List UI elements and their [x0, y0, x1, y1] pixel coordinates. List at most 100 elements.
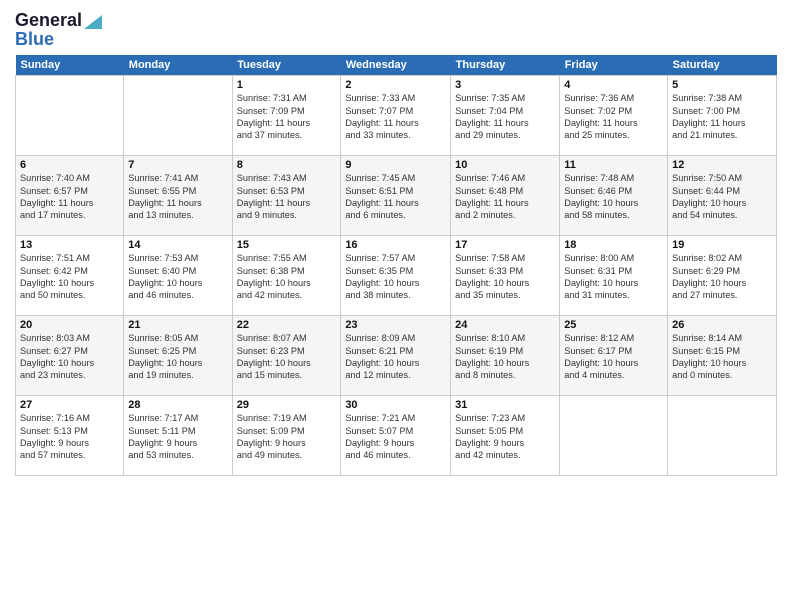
day-info: Sunrise: 7:16 AM Sunset: 5:13 PM Dayligh…: [20, 412, 119, 462]
calendar-cell: [668, 396, 777, 476]
calendar-cell: 4Sunrise: 7:36 AM Sunset: 7:02 PM Daylig…: [560, 76, 668, 156]
week-row-1: 1Sunrise: 7:31 AM Sunset: 7:09 PM Daylig…: [16, 76, 777, 156]
day-number: 4: [564, 79, 663, 91]
calendar-cell: 8Sunrise: 7:43 AM Sunset: 6:53 PM Daylig…: [232, 156, 341, 236]
weekday-header-sunday: Sunday: [16, 55, 124, 76]
day-number: 27: [20, 399, 119, 411]
logo: General Blue: [15, 10, 102, 47]
day-number: 19: [672, 239, 772, 251]
calendar-cell: 2Sunrise: 7:33 AM Sunset: 7:07 PM Daylig…: [341, 76, 451, 156]
logo-line1: General: [15, 10, 102, 31]
calendar-cell: 15Sunrise: 7:55 AM Sunset: 6:38 PM Dayli…: [232, 236, 341, 316]
day-number: 16: [345, 239, 446, 251]
calendar-cell: [560, 396, 668, 476]
logo-line2: Blue: [15, 31, 54, 47]
week-row-5: 27Sunrise: 7:16 AM Sunset: 5:13 PM Dayli…: [16, 396, 777, 476]
calendar-cell: 30Sunrise: 7:21 AM Sunset: 5:07 PM Dayli…: [341, 396, 451, 476]
day-info: Sunrise: 7:40 AM Sunset: 6:57 PM Dayligh…: [20, 172, 119, 222]
day-number: 9: [345, 159, 446, 171]
day-number: 14: [128, 239, 227, 251]
day-info: Sunrise: 8:02 AM Sunset: 6:29 PM Dayligh…: [672, 252, 772, 302]
day-info: Sunrise: 8:10 AM Sunset: 6:19 PM Dayligh…: [455, 332, 555, 382]
day-info: Sunrise: 7:53 AM Sunset: 6:40 PM Dayligh…: [128, 252, 227, 302]
calendar-cell: [16, 76, 124, 156]
calendar-cell: [124, 76, 232, 156]
calendar-cell: 14Sunrise: 7:53 AM Sunset: 6:40 PM Dayli…: [124, 236, 232, 316]
calendar-cell: 10Sunrise: 7:46 AM Sunset: 6:48 PM Dayli…: [451, 156, 560, 236]
day-number: 2: [345, 79, 446, 91]
calendar-cell: 6Sunrise: 7:40 AM Sunset: 6:57 PM Daylig…: [16, 156, 124, 236]
week-row-4: 20Sunrise: 8:03 AM Sunset: 6:27 PM Dayli…: [16, 316, 777, 396]
day-number: 24: [455, 319, 555, 331]
day-info: Sunrise: 8:12 AM Sunset: 6:17 PM Dayligh…: [564, 332, 663, 382]
day-info: Sunrise: 7:43 AM Sunset: 6:53 PM Dayligh…: [237, 172, 337, 222]
day-number: 11: [564, 159, 663, 171]
calendar-cell: 31Sunrise: 7:23 AM Sunset: 5:05 PM Dayli…: [451, 396, 560, 476]
calendar-cell: 25Sunrise: 8:12 AM Sunset: 6:17 PM Dayli…: [560, 316, 668, 396]
calendar-cell: 28Sunrise: 7:17 AM Sunset: 5:11 PM Dayli…: [124, 396, 232, 476]
calendar-table: SundayMondayTuesdayWednesdayThursdayFrid…: [15, 55, 777, 476]
day-info: Sunrise: 8:07 AM Sunset: 6:23 PM Dayligh…: [237, 332, 337, 382]
calendar-cell: 18Sunrise: 8:00 AM Sunset: 6:31 PM Dayli…: [560, 236, 668, 316]
weekday-header-wednesday: Wednesday: [341, 55, 451, 76]
weekday-header-thursday: Thursday: [451, 55, 560, 76]
calendar-cell: 16Sunrise: 7:57 AM Sunset: 6:35 PM Dayli…: [341, 236, 451, 316]
calendar-cell: 11Sunrise: 7:48 AM Sunset: 6:46 PM Dayli…: [560, 156, 668, 236]
day-number: 29: [237, 399, 337, 411]
weekday-header-saturday: Saturday: [668, 55, 777, 76]
day-info: Sunrise: 7:19 AM Sunset: 5:09 PM Dayligh…: [237, 412, 337, 462]
day-number: 20: [20, 319, 119, 331]
day-number: 5: [672, 79, 772, 91]
calendar-cell: 13Sunrise: 7:51 AM Sunset: 6:42 PM Dayli…: [16, 236, 124, 316]
day-info: Sunrise: 7:58 AM Sunset: 6:33 PM Dayligh…: [455, 252, 555, 302]
week-row-3: 13Sunrise: 7:51 AM Sunset: 6:42 PM Dayli…: [16, 236, 777, 316]
day-info: Sunrise: 8:05 AM Sunset: 6:25 PM Dayligh…: [128, 332, 227, 382]
calendar-cell: 3Sunrise: 7:35 AM Sunset: 7:04 PM Daylig…: [451, 76, 560, 156]
calendar-cell: 20Sunrise: 8:03 AM Sunset: 6:27 PM Dayli…: [16, 316, 124, 396]
day-number: 1: [237, 79, 337, 91]
header: General Blue: [15, 10, 777, 47]
day-info: Sunrise: 7:31 AM Sunset: 7:09 PM Dayligh…: [237, 92, 337, 142]
day-number: 15: [237, 239, 337, 251]
day-info: Sunrise: 8:09 AM Sunset: 6:21 PM Dayligh…: [345, 332, 446, 382]
calendar-page: General Blue SundayMondayTuesdayWednesda…: [0, 0, 792, 612]
day-info: Sunrise: 7:23 AM Sunset: 5:05 PM Dayligh…: [455, 412, 555, 462]
calendar-cell: 29Sunrise: 7:19 AM Sunset: 5:09 PM Dayli…: [232, 396, 341, 476]
day-info: Sunrise: 7:51 AM Sunset: 6:42 PM Dayligh…: [20, 252, 119, 302]
calendar-cell: 1Sunrise: 7:31 AM Sunset: 7:09 PM Daylig…: [232, 76, 341, 156]
day-number: 30: [345, 399, 446, 411]
day-number: 6: [20, 159, 119, 171]
day-info: Sunrise: 7:21 AM Sunset: 5:07 PM Dayligh…: [345, 412, 446, 462]
day-info: Sunrise: 7:45 AM Sunset: 6:51 PM Dayligh…: [345, 172, 446, 222]
day-number: 10: [455, 159, 555, 171]
day-info: Sunrise: 7:36 AM Sunset: 7:02 PM Dayligh…: [564, 92, 663, 142]
weekday-header-tuesday: Tuesday: [232, 55, 341, 76]
day-info: Sunrise: 7:46 AM Sunset: 6:48 PM Dayligh…: [455, 172, 555, 222]
day-info: Sunrise: 7:41 AM Sunset: 6:55 PM Dayligh…: [128, 172, 227, 222]
day-number: 18: [564, 239, 663, 251]
weekday-header-row: SundayMondayTuesdayWednesdayThursdayFrid…: [16, 55, 777, 76]
day-number: 13: [20, 239, 119, 251]
day-info: Sunrise: 7:17 AM Sunset: 5:11 PM Dayligh…: [128, 412, 227, 462]
weekday-header-friday: Friday: [560, 55, 668, 76]
day-info: Sunrise: 7:38 AM Sunset: 7:00 PM Dayligh…: [672, 92, 772, 142]
day-number: 7: [128, 159, 227, 171]
day-number: 3: [455, 79, 555, 91]
logo-triangle-icon: [84, 11, 102, 29]
day-info: Sunrise: 7:35 AM Sunset: 7:04 PM Dayligh…: [455, 92, 555, 142]
day-number: 26: [672, 319, 772, 331]
calendar-cell: 5Sunrise: 7:38 AM Sunset: 7:00 PM Daylig…: [668, 76, 777, 156]
calendar-cell: 22Sunrise: 8:07 AM Sunset: 6:23 PM Dayli…: [232, 316, 341, 396]
day-info: Sunrise: 7:33 AM Sunset: 7:07 PM Dayligh…: [345, 92, 446, 142]
calendar-cell: 9Sunrise: 7:45 AM Sunset: 6:51 PM Daylig…: [341, 156, 451, 236]
calendar-cell: 7Sunrise: 7:41 AM Sunset: 6:55 PM Daylig…: [124, 156, 232, 236]
day-info: Sunrise: 8:03 AM Sunset: 6:27 PM Dayligh…: [20, 332, 119, 382]
calendar-cell: 24Sunrise: 8:10 AM Sunset: 6:19 PM Dayli…: [451, 316, 560, 396]
day-number: 17: [455, 239, 555, 251]
day-info: Sunrise: 8:14 AM Sunset: 6:15 PM Dayligh…: [672, 332, 772, 382]
logo-general: General: [15, 10, 82, 31]
day-number: 23: [345, 319, 446, 331]
calendar-cell: 17Sunrise: 7:58 AM Sunset: 6:33 PM Dayli…: [451, 236, 560, 316]
calendar-cell: 27Sunrise: 7:16 AM Sunset: 5:13 PM Dayli…: [16, 396, 124, 476]
day-info: Sunrise: 7:50 AM Sunset: 6:44 PM Dayligh…: [672, 172, 772, 222]
